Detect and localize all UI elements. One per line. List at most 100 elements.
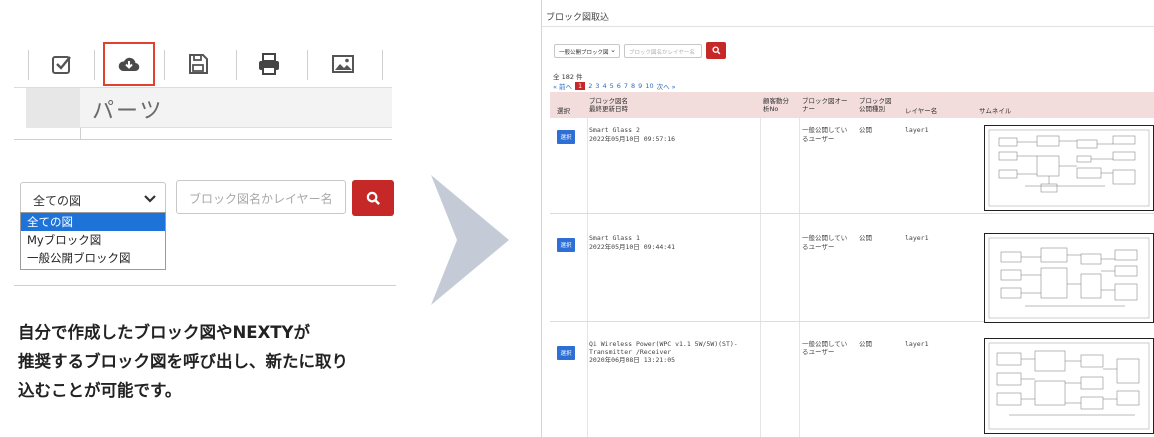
col-name: ブロック図名 bbox=[589, 97, 628, 105]
block-import-screen: ブロック図取込 一般公開ブロック図 ⌄ ブロック図名かレイヤー名 全 182 件… bbox=[541, 0, 1154, 437]
filter-dropdown-list: 全ての図 Myブロック図 一般公開ブロック図 bbox=[20, 212, 166, 270]
toolbar-divider bbox=[236, 50, 237, 80]
pager-page[interactable]: 6 bbox=[617, 82, 621, 90]
pager-current: 1 bbox=[575, 82, 586, 90]
parts-sidebar bbox=[26, 88, 80, 128]
block-diagram-thumbnail bbox=[988, 342, 1150, 430]
screen-filter-select[interactable]: 一般公開ブロック図 ⌄ bbox=[554, 44, 620, 58]
toolbar bbox=[14, 40, 392, 88]
thumbnail-image[interactable] bbox=[984, 125, 1154, 211]
search-input[interactable]: ブロック図名かレイヤー名 bbox=[176, 180, 346, 214]
diagram-name: Smart Glass 1 bbox=[589, 234, 640, 242]
publish-type: 公開 bbox=[859, 234, 872, 242]
pager-page[interactable]: 3 bbox=[595, 82, 599, 90]
pager-page[interactable]: 10 bbox=[645, 82, 653, 90]
updated-at: 2020年06月08日 13:21:05 bbox=[589, 356, 676, 364]
publish-type: 公開 bbox=[859, 126, 872, 134]
owner: 一般公開してい bbox=[802, 234, 848, 242]
table-row: 選択 Qi Wireless Power(WPC v1.1 5W/5W)(ST)… bbox=[550, 334, 1154, 437]
description-line: 込むことが可能です。 bbox=[18, 381, 182, 400]
pager-page[interactable]: 4 bbox=[602, 82, 606, 90]
toolbar-divider bbox=[164, 50, 165, 80]
pager-page[interactable]: 8 bbox=[631, 82, 635, 90]
chevron-down-icon: ⌄ bbox=[610, 46, 616, 54]
check-button[interactable] bbox=[36, 42, 88, 86]
pager-page[interactable]: 7 bbox=[624, 82, 628, 90]
result-count: 全 182 件 bbox=[553, 73, 583, 81]
diagram-name: Smart Glass 2 bbox=[589, 126, 640, 134]
owner-2: るユーザー bbox=[802, 243, 835, 251]
publish-type: 公開 bbox=[859, 340, 872, 348]
parts-divider bbox=[80, 128, 81, 139]
pagination: « 前へ 1 2 3 4 5 6 7 8 9 10 次へ » bbox=[553, 81, 676, 91]
save-icon bbox=[189, 54, 208, 74]
toolbar-divider bbox=[382, 50, 383, 80]
arrow-right-icon bbox=[431, 175, 509, 305]
toolbar-divider bbox=[94, 50, 95, 80]
print-button[interactable] bbox=[243, 42, 295, 86]
select-value: 一般公開ブロック図 bbox=[559, 50, 609, 56]
col-updated: 最終更新日時 bbox=[589, 105, 628, 113]
col-owner: ブロック図オー bbox=[802, 97, 848, 105]
owner-2: るユーザー bbox=[802, 348, 835, 356]
toolbar-crop: パーツ bbox=[14, 40, 392, 140]
page-title: ブロック図取込 bbox=[546, 13, 610, 23]
diagram-name-2: Transmitter /Receiver bbox=[589, 348, 672, 356]
parts-panel: パーツ bbox=[14, 88, 392, 139]
owner: 一般公開してい bbox=[802, 126, 848, 134]
save-button[interactable] bbox=[172, 42, 224, 86]
pager-page[interactable]: 2 bbox=[588, 82, 592, 90]
search-icon bbox=[366, 191, 380, 205]
table-header: 選択 ブロック図名 最終更新日時 顧客動分 析No ブロック図オー ナー ブロッ… bbox=[550, 92, 1154, 118]
col-publish-type: 公開種別 bbox=[859, 105, 885, 113]
title-divider bbox=[542, 26, 1154, 27]
table-row: 選択 Smart Glass 1 2022年05月10日 09:44:41 一般… bbox=[550, 226, 1154, 323]
image-button[interactable] bbox=[317, 42, 369, 86]
select-button[interactable]: 選択 bbox=[557, 238, 575, 252]
toolbar-divider bbox=[28, 50, 29, 80]
col-customer-no: 析No bbox=[763, 105, 779, 113]
description-line: 推奨するブロック図を呼び出し、新たに取り bbox=[18, 352, 348, 371]
pager-next[interactable]: 次へ » bbox=[657, 81, 676, 91]
screen-search-input[interactable]: ブロック図名かレイヤー名 bbox=[624, 44, 702, 58]
pager-page[interactable]: 9 bbox=[638, 82, 642, 90]
chevron-down-icon bbox=[144, 195, 156, 203]
col-select: 選択 bbox=[557, 107, 570, 115]
select-button[interactable]: 選択 bbox=[557, 346, 575, 360]
col-owner-2: ナー bbox=[802, 105, 815, 113]
check-icon bbox=[52, 56, 71, 74]
layer-name: layer1 bbox=[905, 126, 929, 134]
description-text: 自分で作成したブロック図やNEXTYが 推奨するブロック図を呼び出し、新たに取り… bbox=[18, 318, 398, 405]
print-icon bbox=[259, 53, 279, 75]
col-layer: レイヤー名 bbox=[905, 107, 938, 115]
layer-name: layer1 bbox=[905, 234, 929, 242]
owner-2: るユーザー bbox=[802, 135, 835, 143]
table-row: 選択 Smart Glass 2 2022年05月10日 09:57:16 一般… bbox=[550, 118, 1154, 214]
thumbnail-image[interactable] bbox=[984, 338, 1154, 434]
thumbnail-image[interactable] bbox=[984, 233, 1154, 323]
col-customer: 顧客動分 bbox=[763, 97, 789, 105]
description-line: 自分で作成したブロック図やNEXTYが bbox=[18, 323, 311, 342]
updated-at: 2022年05月10日 09:57:16 bbox=[589, 135, 676, 143]
dropdown-option[interactable]: 全ての図 bbox=[21, 213, 165, 231]
diagram-filter-select[interactable]: 全ての図 bbox=[20, 182, 166, 216]
updated-at: 2022年05月10日 09:44:41 bbox=[589, 243, 676, 251]
search-button[interactable] bbox=[352, 180, 394, 216]
select-value: 全ての図 bbox=[33, 194, 82, 208]
col-thumbnail: サムネイル bbox=[979, 107, 1012, 115]
import-button[interactable] bbox=[103, 42, 155, 86]
owner: 一般公開してい bbox=[802, 340, 848, 348]
toolbar-divider bbox=[307, 50, 308, 80]
search-crop: 全ての図 ブロック図名かレイヤー名 全ての図 Myブロック図 一般公開ブロック図 bbox=[14, 172, 396, 286]
dropdown-option[interactable]: Myブロック図 bbox=[21, 231, 165, 249]
block-diagram-thumbnail bbox=[988, 129, 1150, 207]
pager-page[interactable]: 5 bbox=[610, 82, 614, 90]
select-button[interactable]: 選択 bbox=[557, 130, 575, 144]
diagram-name: Qi Wireless Power(WPC v1.1 5W/5W)(ST)- bbox=[589, 340, 738, 348]
pager-prev[interactable]: « 前へ bbox=[553, 81, 572, 91]
parts-label: パーツ bbox=[92, 99, 164, 124]
dropdown-option[interactable]: 一般公開ブロック図 bbox=[21, 249, 165, 267]
search-icon bbox=[711, 46, 720, 55]
screen-search-button[interactable] bbox=[706, 42, 726, 59]
block-diagram-thumbnail bbox=[988, 237, 1150, 319]
